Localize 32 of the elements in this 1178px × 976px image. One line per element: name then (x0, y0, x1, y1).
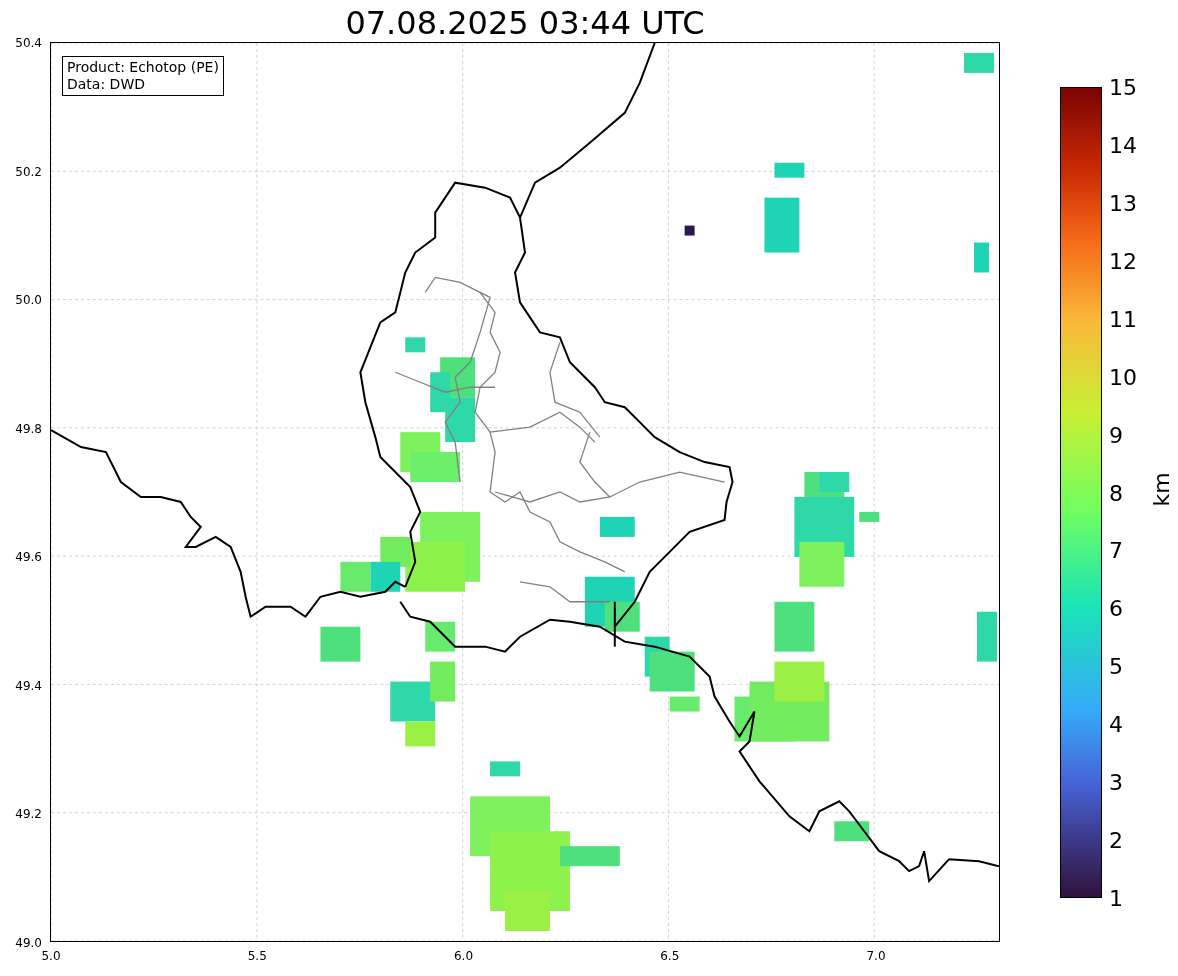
colorbar-tick-label: 3 (1109, 770, 1123, 797)
x-tick-label: 6.5 (660, 949, 680, 963)
chart-title: 07.08.2025 03:44 UTC (344, 3, 706, 42)
y-tick-label: 49.2 (15, 807, 42, 822)
info-text: Product: Echotop (PE) (67, 59, 219, 76)
colorbar-tick-label: 15 (1109, 75, 1137, 101)
x-tick-label: 5.5 (247, 949, 267, 963)
colorbar-tick-label: 4 (1109, 712, 1123, 739)
colorbar-tick-label: 7 (1109, 538, 1123, 565)
colorbar-tick-label: 11 (1109, 306, 1137, 333)
y-tick-label: 50.2 (15, 164, 42, 179)
colorbar-tick-label: 12 (1109, 248, 1137, 275)
colorbar-tick-label: 14 (1109, 132, 1137, 159)
y-tick-label: 49.4 (15, 678, 42, 693)
y-tick-label: 50.4 (15, 36, 42, 50)
colorbar-tick-label: 5 (1109, 654, 1123, 681)
y-tick-label: 49.0 (15, 936, 42, 950)
colorbar-tick-label: 10 (1109, 364, 1137, 391)
colorbar-tick-label: 2 (1109, 828, 1123, 855)
colorbar-label: km (1148, 472, 1174, 507)
y-tick-label: 49.6 (15, 550, 42, 565)
colorbar-tick-label: 13 (1109, 190, 1137, 217)
x-tick-label: 7.0 (866, 949, 886, 963)
y-tick-label: 50.0 (15, 293, 42, 308)
colorbar-tick-label: 9 (1109, 422, 1123, 449)
info-text: Data: DWD (67, 76, 146, 93)
x-tick-label: 5.0 (41, 949, 61, 963)
colorbar-tick-label: 1 (1109, 886, 1123, 912)
colorbar-tick-label: 6 (1109, 596, 1123, 623)
y-tick-label: 49.8 (15, 421, 42, 436)
x-tick-label: 6.0 (453, 949, 474, 963)
colorbar-tick-label: 8 (1109, 480, 1123, 507)
